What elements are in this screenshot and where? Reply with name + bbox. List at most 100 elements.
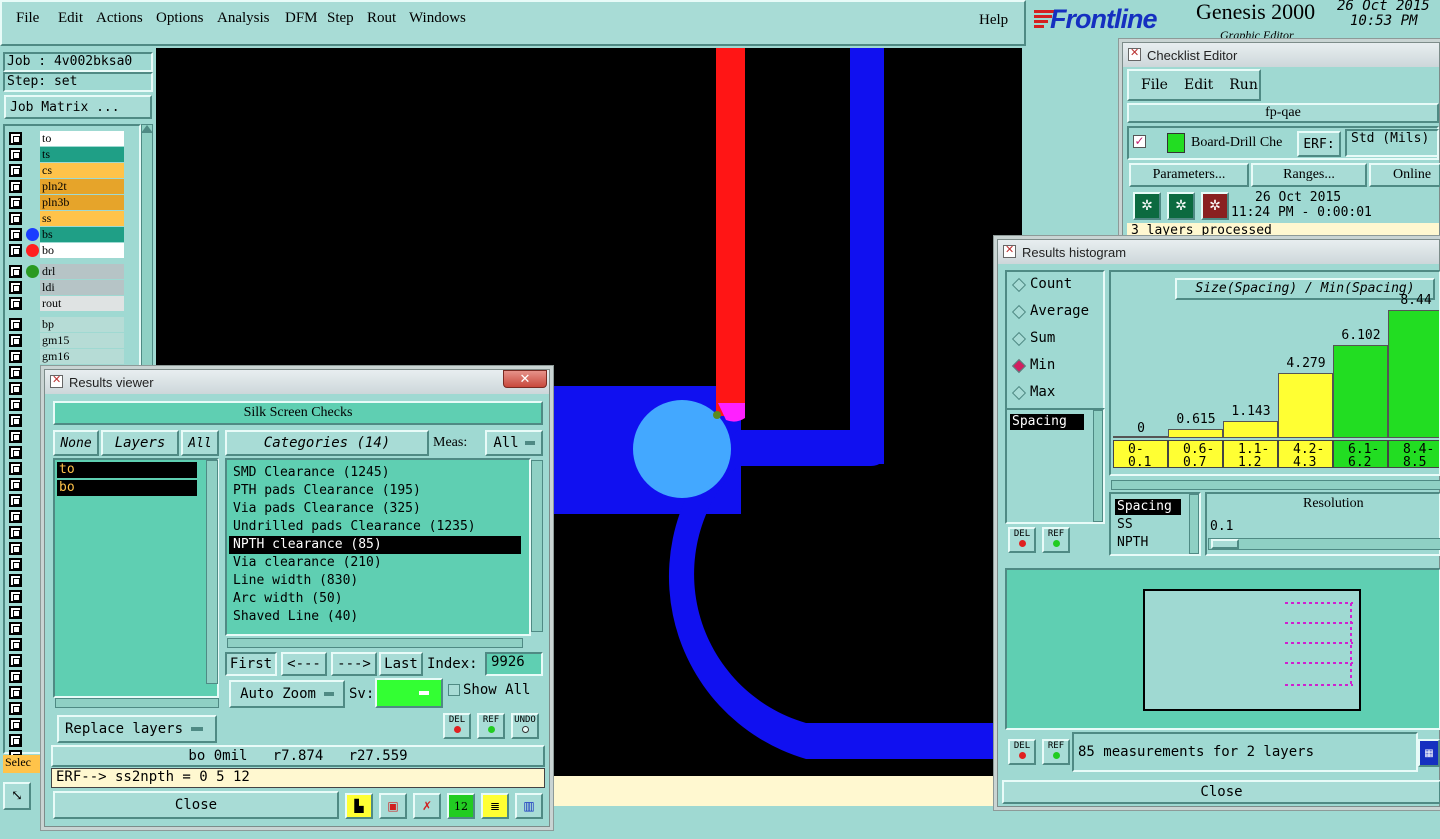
layer-checkbox-icon[interactable] [9, 638, 22, 651]
category-item[interactable]: SMD Clearance (1245) [229, 464, 521, 482]
menu-windows[interactable]: Windows [401, 10, 471, 34]
layer-checkbox-icon[interactable] [9, 430, 22, 443]
erf-value[interactable]: Std (Mils) [1345, 129, 1439, 157]
histogram-bar[interactable] [1278, 373, 1333, 438]
first-button[interactable]: First [225, 652, 277, 676]
category-item[interactable]: Shaved Line (40) [229, 608, 521, 626]
scroll-up-arrow-icon[interactable] [141, 125, 153, 133]
layer-checkbox-icon[interactable] [9, 366, 22, 379]
resolution-slider-thumb[interactable] [1211, 539, 1239, 549]
layer-checkbox-icon[interactable] [9, 462, 22, 475]
layer-checkbox-icon[interactable] [9, 718, 22, 731]
mode-label-count[interactable]: Count [1030, 276, 1072, 292]
layer-item-bo[interactable]: bo [57, 480, 197, 496]
layer-select-scrollbar[interactable] [206, 460, 218, 684]
category-scrollbar[interactable] [531, 460, 543, 632]
hist-export-icon[interactable]: ▦ [1418, 739, 1440, 767]
hist-del-button-1[interactable]: DEL [1008, 527, 1036, 553]
menu-file[interactable]: File [8, 10, 50, 34]
layer-row-ts[interactable]: ts [6, 147, 124, 162]
online-button[interactable]: Online [1369, 163, 1440, 187]
layer-checkbox-icon[interactable] [9, 542, 22, 555]
attr-item-spacing[interactable]: Spacing [1115, 499, 1181, 515]
layer-checkbox-icon[interactable] [9, 574, 22, 587]
category-item[interactable]: Undrilled pads Clearance (1235) [229, 518, 521, 536]
graph-icon-yellow[interactable]: ▙ [345, 793, 373, 819]
histogram-icon[interactable]: ▥ [515, 793, 543, 819]
layer-checkbox-icon[interactable] [9, 510, 22, 523]
menu-analysis[interactable]: Analysis [209, 10, 277, 34]
layers-none-button[interactable]: None [53, 430, 99, 456]
layer-item-to[interactable]: to [57, 462, 197, 478]
layer-row-cs[interactable]: cs [6, 163, 124, 178]
layer-row-gm15[interactable]: gm15 [6, 333, 124, 348]
mode-label-max[interactable]: Max [1030, 384, 1055, 400]
index-field[interactable]: 9926 [485, 652, 543, 676]
layer-checkbox-icon[interactable] [9, 164, 22, 177]
layer-checkbox-icon[interactable] [9, 265, 22, 278]
layers-all-button[interactable]: All [181, 430, 219, 456]
next-button[interactable]: ---> [331, 652, 377, 676]
layer-checkbox-icon[interactable] [9, 446, 22, 459]
layer-row-bo[interactable]: bo [6, 243, 124, 258]
check-enabled-checkbox[interactable]: ✓ [1133, 135, 1146, 148]
category-item[interactable]: Via clearance (210) [229, 554, 521, 572]
layer-checkbox-icon[interactable] [9, 318, 22, 331]
sv-color-dropdown[interactable] [375, 678, 443, 708]
layer-select-hscroll[interactable] [55, 698, 219, 708]
viewer-ref-button[interactable]: REF [477, 713, 505, 739]
layer-row-ldi[interactable]: ldi [6, 280, 124, 295]
layer-checkbox-icon[interactable] [9, 654, 22, 667]
measure-item-spacing[interactable]: Spacing [1010, 414, 1084, 430]
checklist-menu-edit[interactable]: Edit [1184, 77, 1213, 93]
layer-row-drl[interactable]: drl [6, 264, 124, 279]
category-item[interactable]: Line width (830) [229, 572, 521, 590]
layer-row-to[interactable]: to [6, 131, 124, 146]
layer-checkbox-icon[interactable] [9, 228, 22, 241]
last-button[interactable]: Last [379, 652, 423, 676]
layer-checkbox-icon[interactable] [9, 478, 22, 491]
layer-checkbox-icon[interactable] [9, 702, 22, 715]
layer-checkbox-icon[interactable] [9, 558, 22, 571]
layer-checkbox-icon[interactable] [9, 590, 22, 603]
number-icon[interactable]: 12 [447, 793, 475, 819]
layer-checkbox-icon[interactable] [9, 398, 22, 411]
menu-edit[interactable]: Edit [50, 10, 88, 34]
layer-checkbox-icon[interactable] [9, 180, 22, 193]
menu-actions[interactable]: Actions [88, 10, 148, 34]
attr-list-scrollbar[interactable] [1189, 494, 1199, 554]
layer-checkbox-icon[interactable] [9, 350, 22, 363]
mode-label-average[interactable]: Average [1030, 303, 1089, 319]
layer-checkbox-icon[interactable] [9, 212, 22, 225]
layer-checkbox-icon[interactable] [9, 686, 22, 699]
category-hscroll[interactable] [227, 638, 523, 648]
hist-del-button-2[interactable]: DEL [1008, 739, 1036, 765]
attr-item-ss[interactable]: SS [1117, 517, 1133, 532]
layer-checkbox-icon[interactable] [9, 526, 22, 539]
prev-button[interactable]: <--- [281, 652, 327, 676]
viewer-del-button[interactable]: DEL [443, 713, 471, 739]
erf-button[interactable]: ERF: [1297, 131, 1341, 157]
layer-checkbox-icon[interactable] [9, 414, 22, 427]
layer-checkbox-icon[interactable] [9, 132, 22, 145]
clear-icon[interactable]: ✗ [413, 793, 441, 819]
mode-label-sum[interactable]: Sum [1030, 330, 1055, 346]
layer-checkbox-icon[interactable] [9, 670, 22, 683]
layer-row-gm16[interactable]: gm16 [6, 349, 124, 364]
meas-dropdown[interactable]: All [485, 430, 543, 456]
menu-step[interactable]: Step [319, 10, 359, 34]
report-icon-red[interactable]: ▣ [379, 793, 407, 819]
mode-label-min[interactable]: Min [1030, 357, 1055, 373]
layer-checkbox-icon[interactable] [9, 622, 22, 635]
category-item[interactable]: PTH pads Clearance (195) [229, 482, 521, 500]
layer-row-rout[interactable]: rout [6, 296, 124, 311]
layer-checkbox-icon[interactable] [9, 196, 22, 209]
menu-options[interactable]: Options [148, 10, 209, 34]
run-icon-2[interactable]: ✲ [1167, 192, 1195, 220]
category-item[interactable]: Arc width (50) [229, 590, 521, 608]
hist-ref-button-2[interactable]: REF [1042, 739, 1070, 765]
category-item[interactable]: Via pads Clearance (325) [229, 500, 521, 518]
viewer-close-button[interactable]: Close [53, 791, 339, 819]
layer-checkbox-icon[interactable] [9, 334, 22, 347]
hist-hscroll[interactable] [1111, 480, 1440, 490]
